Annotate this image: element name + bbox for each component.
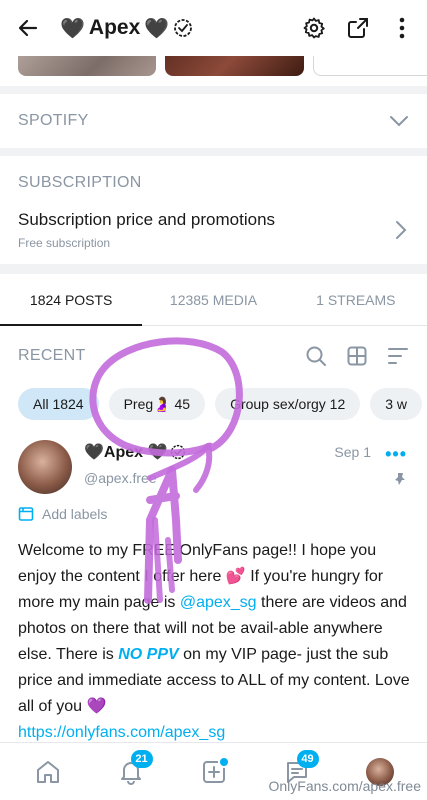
nav-home[interactable] [28,752,68,792]
chip-preg[interactable]: Preg🤰 45 [108,388,206,420]
subscription-label: SUBSCRIPTION [18,174,142,191]
chip-all[interactable]: All 1824 [18,388,99,420]
post-more-button[interactable]: ••• [385,444,407,465]
watermark: OnlyFans.com/apex.free [268,778,421,794]
chevron-down-icon [390,116,408,127]
divider [0,86,427,94]
media-preview-strip [0,56,427,78]
media-thumb[interactable] [18,56,156,76]
share-icon [348,18,368,38]
chevron-right-icon [396,221,407,239]
profile-name: Apex [88,16,141,39]
verified-icon [171,444,186,460]
add-labels-text: Add labels [42,506,108,522]
subscription-title[interactable]: Subscription price and promotions [18,210,275,230]
media-thumb[interactable] [165,56,304,76]
gear-icon [303,17,325,39]
profile-link[interactable]: https://onlyfans.com/apex_sg [18,724,225,741]
home-icon [36,760,59,783]
more-options-button[interactable] [387,13,417,43]
recent-toolbar: RECENT [0,340,427,372]
tab-streams[interactable]: 1 STREAMS [285,274,427,325]
back-button[interactable] [10,10,46,46]
chip-3w[interactable]: 3 w [370,388,423,420]
post-handle[interactable]: @apex.free [84,470,157,486]
mention-link[interactable]: @apex_sg [180,594,257,611]
profile-title: 🖤 Apex 🖤 [60,16,193,41]
spotify-section[interactable]: SPOTIFY [0,94,427,148]
subscription-note: Free subscription [18,236,111,250]
media-thumb[interactable] [313,56,427,76]
heart-left: 🖤 [60,17,85,40]
post-author[interactable]: 🖤Apex 🖤 [84,442,186,462]
filter-chips: All 1824 Preg🤰 45 Group sex/orgy 12 3 w [18,388,423,420]
grid-icon[interactable] [347,346,367,366]
divider [0,148,427,156]
top-bar: 🖤 Apex 🖤 [0,0,427,56]
verified-icon [174,19,193,37]
subscription-chevron[interactable] [395,220,407,245]
arrow-left-icon [18,19,38,37]
no-ppv-text: NO PPV [118,646,179,663]
settings-button[interactable] [299,13,329,43]
post-date: Sep 1 [334,444,371,460]
post-body: Welcome to my FREE OnlyFans page!! I hop… [18,538,410,746]
search-icon[interactable] [305,345,327,367]
post-author-name: 🖤Apex 🖤 [84,444,168,461]
chip-group[interactable]: Group sex/orgy 12 [215,388,361,420]
share-button[interactable] [343,13,373,43]
subscription-header: SUBSCRIPTION [0,166,427,200]
tab-media[interactable]: 12385 MEDIA [142,274,284,325]
tab-posts[interactable]: 1824 POSTS [0,274,143,326]
nav-new-post[interactable] [194,752,234,792]
heart-right: 🖤 [144,17,170,40]
nav-notifications[interactable]: 21 [111,749,153,792]
messages-badge: 49 [296,749,319,768]
add-labels-button[interactable]: Add labels [18,506,107,522]
divider [0,264,427,274]
notifications-badge: 21 [130,749,153,768]
sort-icon[interactable] [387,347,409,365]
spotify-label: SPOTIFY [18,112,89,129]
more-vertical-icon [399,17,405,39]
profile-tabs: 1824 POSTS 12385 MEDIA 1 STREAMS [0,274,427,326]
recent-label: RECENT [18,347,86,364]
avatar[interactable] [18,440,72,494]
pin-icon [393,472,407,491]
label-icon [18,507,34,521]
new-post-dot [217,755,230,768]
